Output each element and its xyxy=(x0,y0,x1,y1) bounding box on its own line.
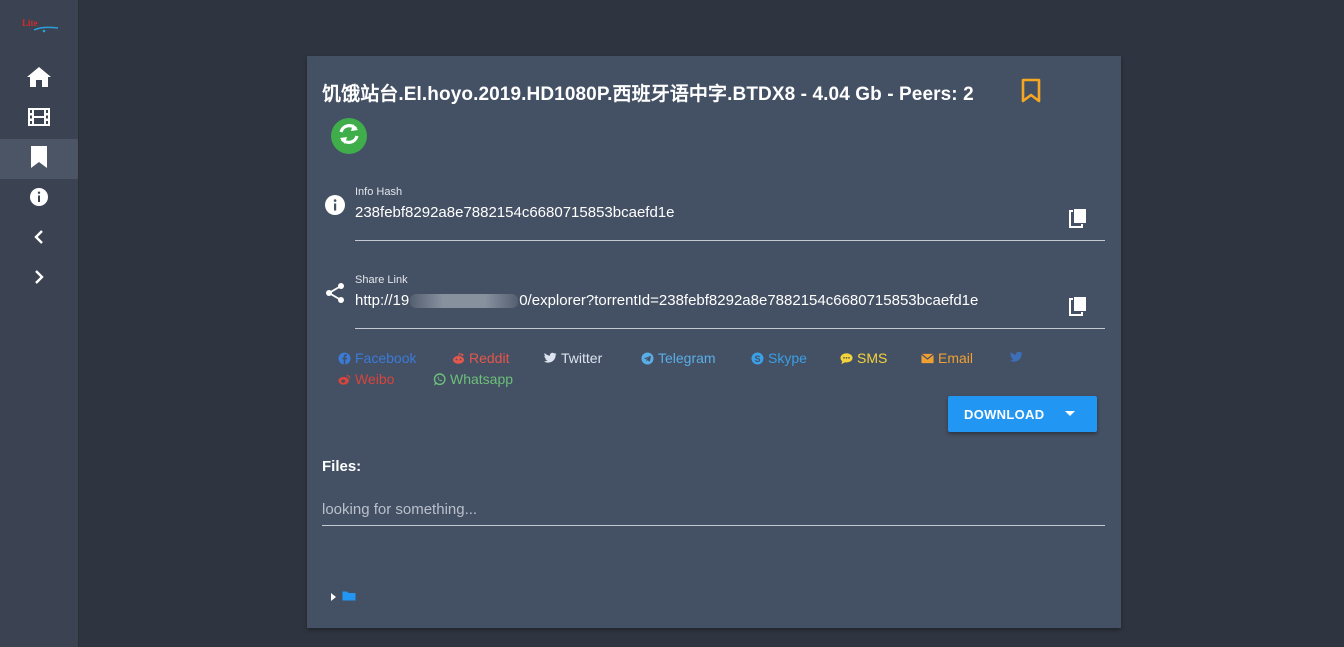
expand-caret-icon xyxy=(331,593,336,601)
sidebar-item-expand[interactable] xyxy=(0,259,78,299)
redacted-blur xyxy=(410,294,519,309)
weibo-icon xyxy=(338,373,351,386)
bookmark-button[interactable] xyxy=(1020,78,1042,104)
copy-info-hash-button[interactable] xyxy=(1069,208,1087,228)
share-email-label: Email xyxy=(938,350,974,366)
share-twitter-label: Twitter xyxy=(561,350,603,366)
sidebar-item-collapse[interactable] xyxy=(0,219,78,259)
refresh-button[interactable] xyxy=(331,118,367,154)
share-sms-link[interactable]: SMS xyxy=(840,350,887,366)
file-search-wrapper xyxy=(322,495,1105,526)
svg-text:Lite: Lite xyxy=(22,18,38,28)
download-button[interactable]: DOWNLOAD xyxy=(948,396,1097,432)
share-link-suffix: 0/explorer?torrentId=238febf8292a8e78821… xyxy=(519,292,979,309)
sidebar-item-home[interactable] xyxy=(0,59,78,99)
skype-icon: S xyxy=(751,352,764,365)
bookmark-outline-icon xyxy=(1020,78,1042,108)
file-search-input[interactable] xyxy=(322,495,1105,523)
info-hash-label: Info Hash xyxy=(355,186,403,198)
copy-icon xyxy=(1069,209,1087,232)
share-twitter-link[interactable]: Twitter xyxy=(544,350,602,366)
share-telegram-link[interactable]: Telegram xyxy=(641,350,716,366)
share-link-field: Share Link http://19 0/explorer?torrentId… xyxy=(355,274,1105,329)
svg-text:S: S xyxy=(754,353,760,363)
share-whatsapp-link[interactable]: Whatsapp xyxy=(433,371,513,387)
share-sms-label: SMS xyxy=(857,350,888,366)
dropdown-caret-icon xyxy=(1065,411,1075,416)
reddit-icon xyxy=(452,352,465,365)
app-logo[interactable]: Lite xyxy=(20,16,60,38)
share-link-prefix: http://19 xyxy=(355,292,410,309)
torrent-title: 饥饿站台.El.hoyo.2019.HD1080P.西班牙语中字.BTDX8 -… xyxy=(322,84,974,105)
copy-share-link-button[interactable] xyxy=(1069,296,1087,316)
chevron-left-icon xyxy=(33,229,45,249)
bookmark-icon xyxy=(30,145,48,174)
share-skype-link[interactable]: S Skype xyxy=(751,350,807,366)
share-reddit-label: Reddit xyxy=(469,350,510,366)
share-telegram-label: Telegram xyxy=(658,350,716,366)
info-hash-field: Info Hash 238febf8292a8e7882154c66807158… xyxy=(355,186,1105,241)
sidebar-item-bookmarks[interactable] xyxy=(0,139,78,179)
folder-icon xyxy=(342,588,356,606)
share-icon xyxy=(324,282,346,304)
whatsapp-icon xyxy=(433,372,446,386)
info-hash-value[interactable]: 238febf8292a8e7882154c6680715853bcaefd1e xyxy=(355,204,674,221)
share-email-link[interactable]: Email xyxy=(921,350,973,366)
copy-icon xyxy=(1069,297,1087,320)
email-icon xyxy=(921,352,934,365)
share-facebook-label: Facebook xyxy=(355,350,417,366)
share-weibo-link[interactable]: Weibo xyxy=(338,371,394,387)
film-icon xyxy=(27,107,51,132)
refresh-icon xyxy=(336,121,362,152)
share-line-link[interactable] xyxy=(1010,350,1027,363)
share-weibo-label: Weibo xyxy=(355,371,395,387)
home-icon xyxy=(26,66,52,93)
share-facebook-link[interactable]: Facebook xyxy=(338,350,416,366)
share-reddit-link[interactable]: Reddit xyxy=(452,350,509,366)
line-icon xyxy=(1010,350,1023,363)
download-label: DOWNLOAD xyxy=(964,406,1045,422)
sidebar: Lite xyxy=(0,0,79,647)
info-hash-icon xyxy=(324,194,346,216)
sidebar-item-movies[interactable] xyxy=(0,99,78,139)
info-icon xyxy=(29,187,49,212)
facebook-icon xyxy=(338,352,351,365)
telegram-icon xyxy=(641,352,654,365)
share-link-label: Share Link xyxy=(355,274,408,286)
sms-icon xyxy=(840,352,853,365)
share-whatsapp-label: Whatsapp xyxy=(450,371,514,387)
share-skype-label: Skype xyxy=(768,350,807,366)
share-link-value[interactable]: http://19 0/explorer?torrentId=238febf829… xyxy=(355,292,978,309)
sidebar-item-info[interactable] xyxy=(0,179,78,219)
chevron-right-icon xyxy=(33,269,45,289)
file-tree-root[interactable] xyxy=(331,588,356,606)
torrent-card: 饥饿站台.El.hoyo.2019.HD1080P.西班牙语中字.BTDX8 -… xyxy=(307,56,1121,628)
twitter-icon xyxy=(544,352,557,365)
files-label: Files: xyxy=(322,458,362,475)
